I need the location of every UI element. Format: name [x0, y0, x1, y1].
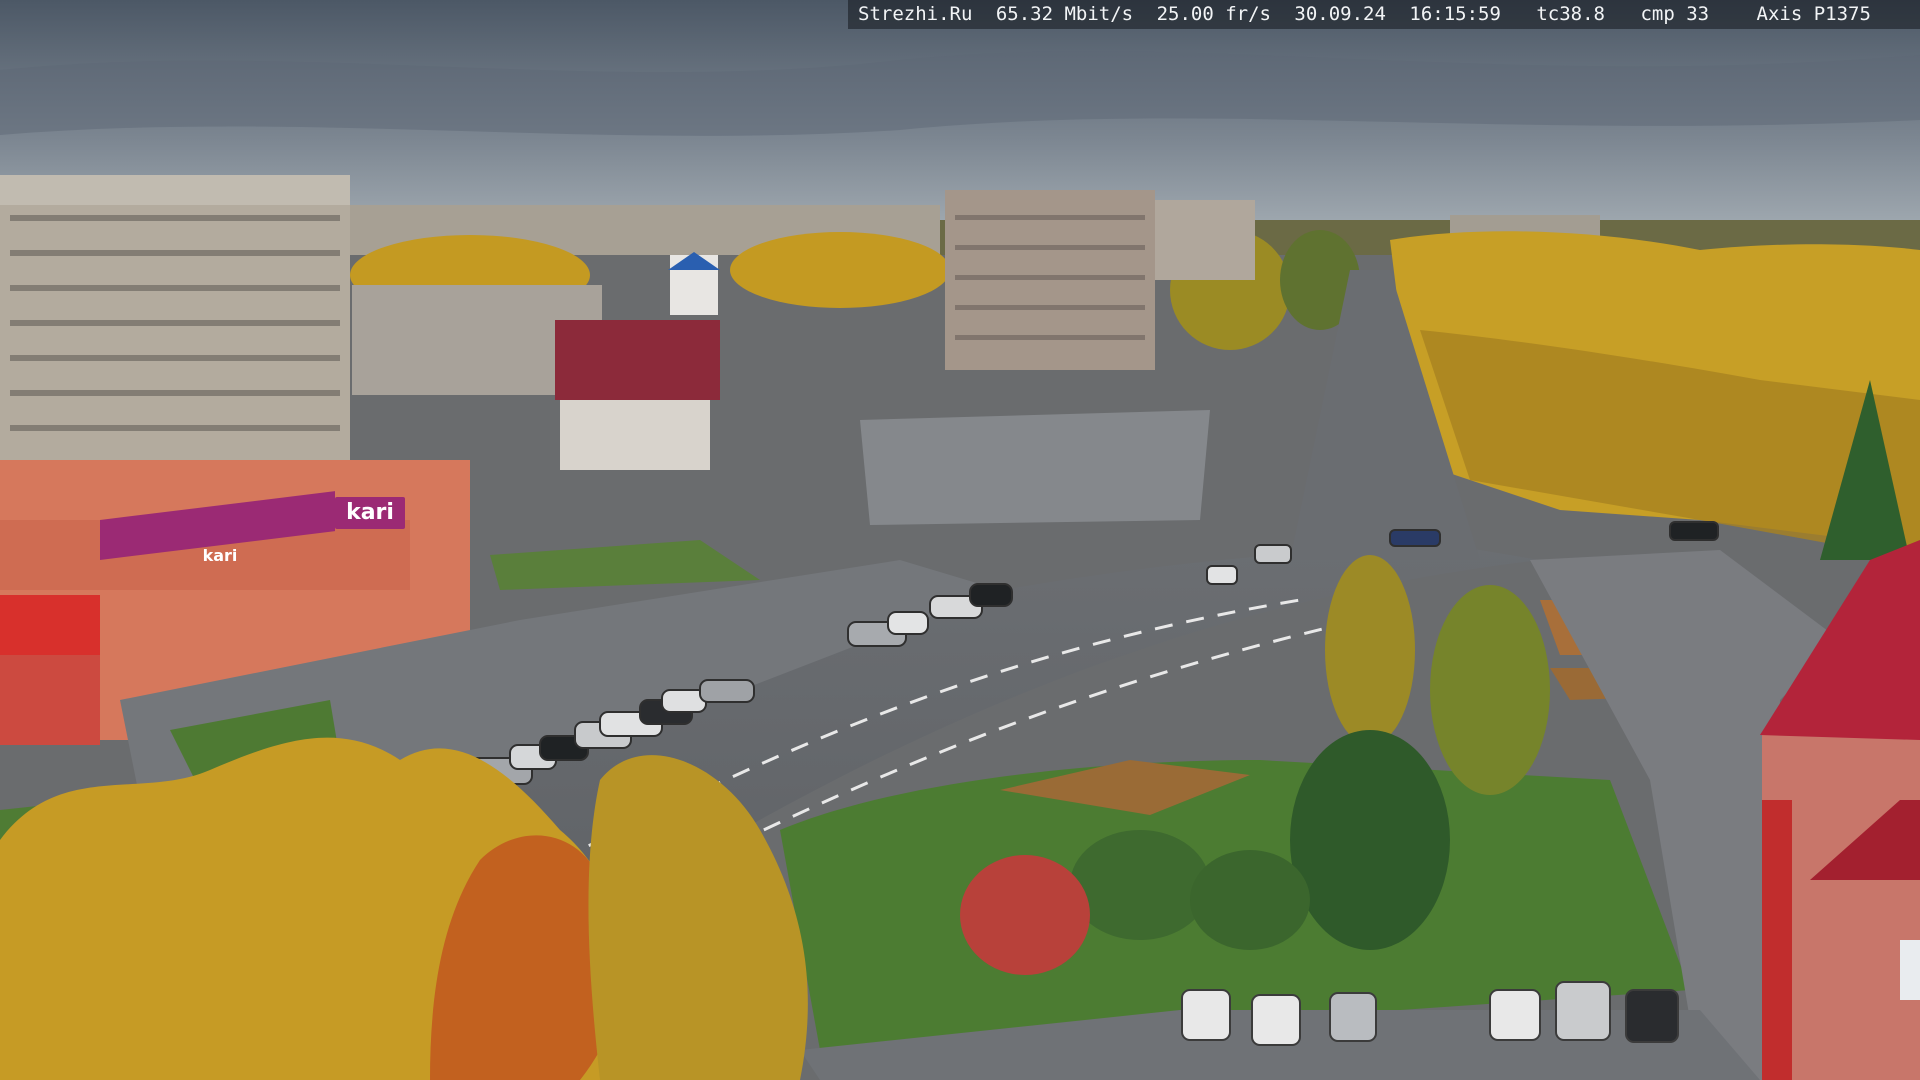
osd-site: Strezhi.Ru	[858, 3, 973, 25]
store-sign-small-text: kari	[202, 546, 238, 565]
foreground-trees	[0, 737, 808, 1080]
webcam-view: kari kari Strezhi.Ru 65.32 Mbit/s 25.00 …	[0, 0, 1920, 1080]
camera-osd-overlay: Strezhi.Ru 65.32 Mbit/s 25.00 fr/s 30.09…	[848, 0, 1920, 29]
osd-date: 30.09.24	[1294, 3, 1386, 25]
osd-camera: Axis P1375	[1756, 3, 1871, 25]
town-square-scene	[0, 0, 1920, 1080]
central-plaza	[860, 410, 1210, 525]
osd-tc: tc38.8	[1536, 3, 1605, 25]
osd-framerate: 25.00 fr/s	[1156, 3, 1271, 25]
store-sign-large: kari	[335, 497, 405, 529]
store-sign-large-text: kari	[346, 500, 394, 525]
osd-time: 16:15:59	[1409, 3, 1501, 25]
mid-building-red	[555, 320, 720, 400]
osd-bitrate: 65.32 Mbit/s	[995, 3, 1134, 25]
osd-cmp: cmp 33	[1640, 3, 1710, 25]
mid-building-white	[560, 400, 710, 470]
store-sign-small: kari	[200, 545, 240, 567]
